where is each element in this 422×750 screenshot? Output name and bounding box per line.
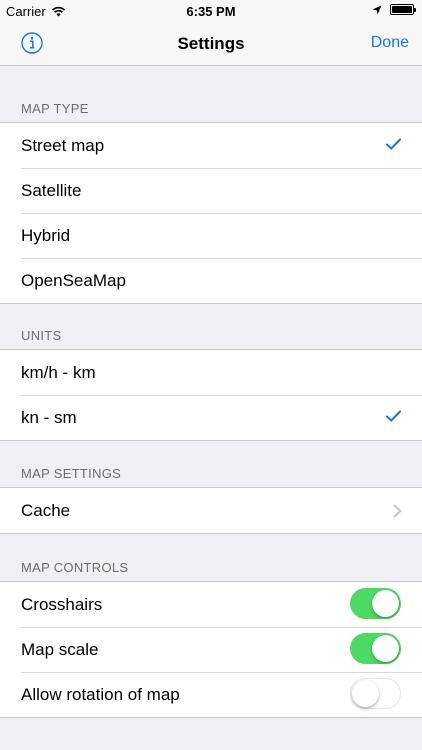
- section-header-units: UNITS: [21, 328, 62, 343]
- cache-row[interactable]: Cache: [0, 488, 422, 533]
- row-label: km/h - km: [21, 362, 96, 382]
- units-kn-sm[interactable]: kn - sm: [0, 395, 422, 440]
- chevron-right-icon: [393, 504, 402, 518]
- status-bar: Carrier 6:35 PM: [0, 0, 422, 22]
- allow-rotation-row: Allow rotation of map: [0, 672, 422, 717]
- map-settings-group: Cache: [0, 487, 422, 534]
- allow-rotation-toggle[interactable]: [350, 678, 401, 709]
- row-label: Hybrid: [21, 225, 71, 245]
- checkmark-icon: [386, 138, 401, 150]
- checkmark-icon: [386, 410, 401, 422]
- units-group: km/h - km kn - sm: [0, 349, 422, 441]
- row-label: OpenSeaMap: [21, 270, 126, 290]
- row-label: Crosshairs: [21, 594, 103, 614]
- row-label: Allow rotation of map: [21, 684, 180, 704]
- map-type-satellite[interactable]: Satellite: [0, 168, 422, 213]
- toggle-knob: [372, 635, 399, 662]
- section-header-map-type: MAP TYPE: [21, 101, 89, 116]
- battery-icon: [390, 4, 416, 15]
- navigation-bar: Settings Done: [0, 22, 422, 66]
- location-arrow-icon: [372, 5, 382, 14]
- toggle-knob: [352, 679, 379, 707]
- row-label: Satellite: [21, 180, 82, 200]
- row-label: Cache: [21, 500, 71, 520]
- map-type-street-map[interactable]: Street map: [0, 123, 422, 168]
- map-scale-row: Map scale: [0, 627, 422, 672]
- row-label: Map scale: [21, 639, 99, 659]
- units-kmh-km[interactable]: km/h - km: [0, 350, 422, 395]
- page-title: Settings: [177, 34, 245, 53]
- crosshairs-row: Crosshairs: [0, 582, 422, 627]
- map-type-group: Street map Satellite Hybrid OpenSeaMap: [0, 122, 422, 304]
- done-button[interactable]: Done: [371, 34, 409, 52]
- clock: 6:35 PM: [186, 4, 236, 19]
- map-controls-group: Crosshairs Map scale Allow rotation of m…: [0, 581, 422, 718]
- map-scale-toggle[interactable]: [350, 633, 401, 664]
- section-header-map-controls: MAP CONTROLS: [21, 560, 129, 575]
- map-type-hybrid[interactable]: Hybrid: [0, 213, 422, 258]
- map-type-openseamap[interactable]: OpenSeaMap: [0, 258, 422, 303]
- toggle-knob: [372, 590, 399, 617]
- crosshairs-toggle[interactable]: [350, 588, 401, 619]
- row-label: kn - sm: [21, 407, 77, 427]
- row-label: Street map: [21, 135, 105, 155]
- section-header-map-settings: MAP SETTINGS: [21, 466, 122, 481]
